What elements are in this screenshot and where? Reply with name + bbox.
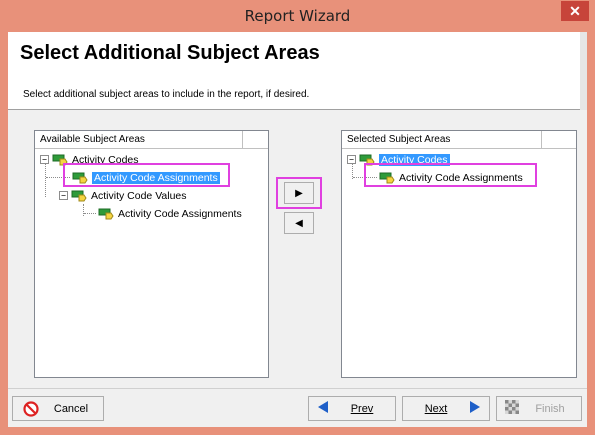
window-title: Report Wizard bbox=[244, 7, 351, 25]
close-icon: ✕ bbox=[569, 2, 581, 19]
selected-column-header[interactable]: Selected Subject Areas bbox=[342, 131, 576, 149]
tree-item-label: Activity Code Assignments bbox=[118, 207, 242, 220]
report-wizard-window: Report Wizard ✕ Select Additional Subjec… bbox=[0, 0, 595, 435]
cancel-button[interactable]: Cancel bbox=[12, 396, 104, 421]
finish-label: Finish bbox=[535, 402, 565, 415]
subject-area-icon bbox=[98, 208, 115, 220]
subject-area-icon bbox=[71, 190, 88, 202]
cancel-label: Cancel bbox=[53, 402, 89, 415]
arrow-right-icon bbox=[469, 400, 481, 417]
highlight-box bbox=[63, 163, 230, 187]
title-bar: Report Wizard ✕ bbox=[0, 0, 595, 32]
page-description: Select additional subject areas to inclu… bbox=[23, 89, 310, 100]
prev-label: Prev bbox=[350, 402, 374, 415]
next-label: Next bbox=[424, 402, 448, 415]
cancel-icon bbox=[23, 400, 39, 417]
tree-item-label: Activity Code Values bbox=[91, 189, 187, 202]
collapse-icon[interactable]: − bbox=[347, 155, 356, 164]
highlight-box bbox=[364, 163, 537, 187]
wizard-body: Select Additional Subject Areas Select a… bbox=[8, 32, 587, 427]
finish-icon bbox=[505, 400, 519, 417]
remove-subject-area-button[interactable]: ◀ bbox=[284, 212, 314, 234]
footer-divider bbox=[8, 388, 587, 389]
tree-item-activity-code-values[interactable]: − Activity Code Values bbox=[59, 187, 187, 204]
collapse-icon[interactable]: − bbox=[59, 191, 68, 200]
header-area: Select Additional Subject Areas Select a… bbox=[8, 32, 587, 110]
available-column-header[interactable]: Available Subject Areas bbox=[35, 131, 268, 149]
collapse-icon[interactable]: − bbox=[40, 155, 49, 164]
column-separator bbox=[541, 131, 542, 149]
column-separator bbox=[242, 131, 243, 149]
page-title: Select Additional Subject Areas bbox=[20, 42, 320, 64]
tree-item-activity-code-assignments-nested[interactable]: Activity Code Assignments bbox=[84, 205, 242, 222]
arrow-left-icon bbox=[317, 400, 329, 417]
finish-button[interactable]: Finish bbox=[496, 396, 582, 421]
selected-header-label: Selected Subject Areas bbox=[347, 134, 451, 145]
add-subject-area-button[interactable]: ▶ bbox=[284, 182, 314, 204]
close-button[interactable]: ✕ bbox=[561, 1, 589, 21]
prev-button[interactable]: Prev bbox=[308, 396, 396, 421]
header-scrollbar[interactable] bbox=[580, 32, 587, 110]
available-header-label: Available Subject Areas bbox=[40, 134, 145, 145]
arrow-left-icon: ◀ bbox=[295, 217, 303, 229]
tree-connector bbox=[84, 213, 96, 214]
arrow-right-icon: ▶ bbox=[295, 187, 303, 199]
next-button[interactable]: Next bbox=[402, 396, 490, 421]
